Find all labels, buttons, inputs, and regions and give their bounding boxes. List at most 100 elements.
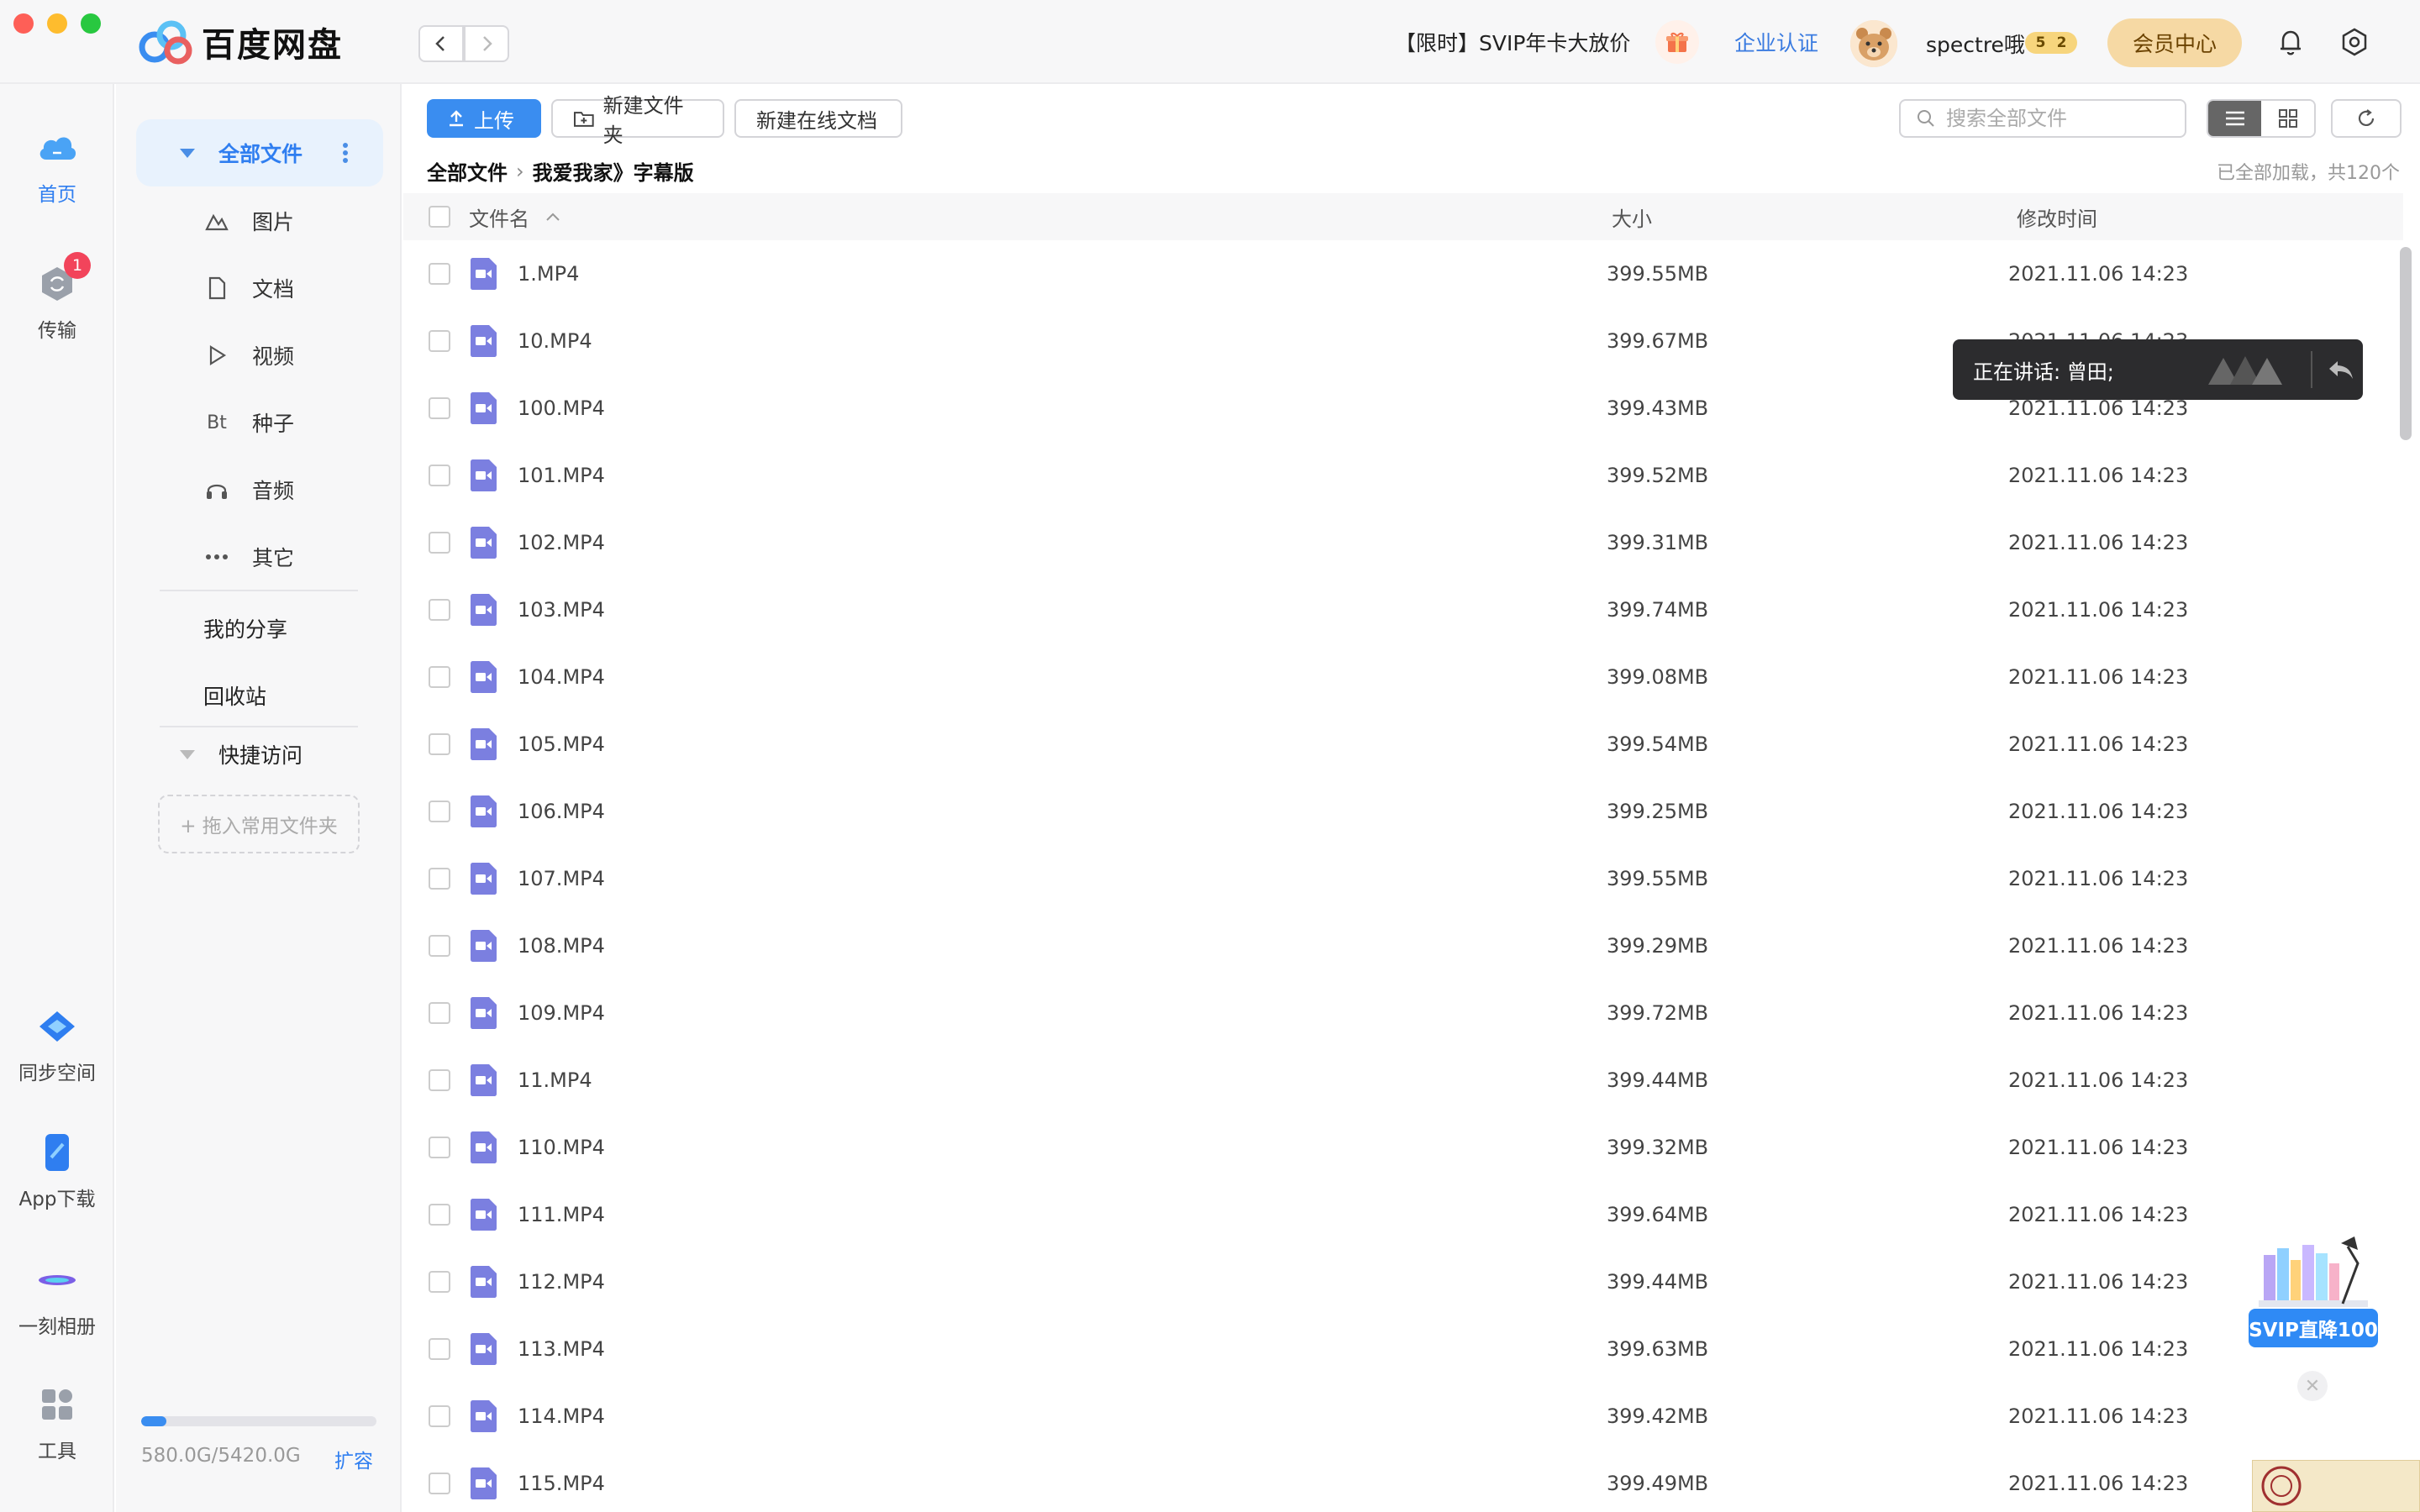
refresh-button[interactable] — [2331, 99, 2402, 138]
row-checkbox[interactable] — [429, 935, 450, 957]
sidebar-item-my-share[interactable]: 我的分享 — [203, 613, 287, 643]
rail-app-download[interactable]: App下载 — [0, 1131, 114, 1211]
row-checkbox[interactable] — [429, 666, 450, 688]
row-checkbox[interactable] — [429, 330, 450, 352]
sidebar-item-torrents[interactable]: Bt 种子 — [203, 402, 388, 444]
list-view-button[interactable] — [2208, 101, 2261, 136]
table-row[interactable]: 112.MP4 399.44MB 2021.11.06 14:23 — [403, 1248, 2403, 1315]
file-name[interactable]: 114.MP4 — [518, 1404, 605, 1428]
table-row[interactable]: 108.MP4 399.29MB 2021.11.06 14:23 — [403, 912, 2403, 979]
sidebar-item-recycle-bin[interactable]: 回收站 — [203, 680, 266, 711]
search-box[interactable] — [1899, 99, 2186, 138]
window-close-button[interactable] — [13, 13, 34, 34]
file-name[interactable]: 107.MP4 — [518, 867, 605, 890]
window-zoom-button[interactable] — [81, 13, 101, 34]
file-name[interactable]: 1.MP4 — [518, 262, 579, 286]
table-row[interactable]: 1.MP4 399.55MB 2021.11.06 14:23 — [403, 240, 2403, 307]
avatar[interactable] — [1850, 20, 1897, 67]
promo-close-button[interactable]: ✕ — [2297, 1371, 2328, 1401]
row-checkbox[interactable] — [429, 1137, 450, 1158]
table-row[interactable]: 103.MP4 399.74MB 2021.11.06 14:23 — [403, 576, 2403, 643]
file-name[interactable]: 11.MP4 — [518, 1068, 592, 1092]
grid-view-button[interactable] — [2261, 101, 2314, 136]
column-header-modified[interactable]: 修改时间 — [2017, 202, 2097, 232]
table-row[interactable]: 101.MP4 399.52MB 2021.11.06 14:23 — [403, 442, 2403, 509]
select-all-checkbox[interactable] — [429, 206, 450, 228]
file-name[interactable]: 105.MP4 — [518, 732, 605, 756]
sidebar-item-documents[interactable]: 文档 — [203, 267, 388, 309]
forward-button[interactable] — [464, 25, 509, 62]
vip-level-badge[interactable]: 5 2 — [2025, 32, 2077, 54]
row-checkbox[interactable] — [429, 532, 450, 554]
table-row[interactable]: 115.MP4 399.49MB 2021.11.06 14:23 — [403, 1450, 2403, 1512]
new-folder-button[interactable]: 新建文件夹 — [551, 94, 724, 147]
row-checkbox[interactable] — [429, 733, 450, 755]
table-row[interactable]: 109.MP4 399.72MB 2021.11.06 14:23 — [403, 979, 2403, 1047]
row-checkbox[interactable] — [429, 1069, 450, 1091]
search-input[interactable] — [1946, 107, 2173, 130]
file-name[interactable]: 10.MP4 — [518, 329, 592, 353]
row-checkbox[interactable] — [429, 801, 450, 822]
rail-tools[interactable]: 工具 — [0, 1383, 114, 1463]
rail-album[interactable]: 一刻相册 — [0, 1258, 114, 1339]
row-checkbox[interactable] — [429, 1473, 450, 1494]
row-checkbox[interactable] — [429, 1338, 450, 1360]
more-vertical-icon[interactable] — [343, 143, 348, 163]
table-row[interactable]: 102.MP4 399.31MB 2021.11.06 14:23 — [403, 509, 2403, 576]
file-name[interactable]: 101.MP4 — [518, 464, 605, 487]
quick-access-header[interactable]: 快捷访问 — [180, 739, 302, 769]
expand-storage-link[interactable]: 扩容 — [334, 1445, 373, 1473]
sidebar-item-audio[interactable]: 音频 — [203, 469, 388, 511]
vertical-scrollbar[interactable] — [2400, 247, 2412, 440]
file-name[interactable]: 110.MP4 — [518, 1136, 605, 1159]
row-checkbox[interactable] — [429, 263, 450, 285]
table-row[interactable]: 106.MP4 399.25MB 2021.11.06 14:23 — [403, 778, 2403, 845]
rail-transfer[interactable]: 1 传输 — [0, 252, 114, 343]
file-name[interactable]: 103.MP4 — [518, 598, 605, 622]
table-row[interactable]: 113.MP4 399.63MB 2021.11.06 14:23 — [403, 1315, 2403, 1383]
file-name[interactable]: 106.MP4 — [518, 800, 605, 823]
row-checkbox[interactable] — [429, 1002, 450, 1024]
row-checkbox[interactable] — [429, 599, 450, 621]
file-name[interactable]: 108.MP4 — [518, 934, 605, 958]
table-row[interactable]: 104.MP4 399.08MB 2021.11.06 14:23 — [403, 643, 2403, 711]
table-row[interactable]: 107.MP4 399.55MB 2021.11.06 14:23 — [403, 845, 2403, 912]
column-header-size[interactable]: 大小 — [1612, 202, 1652, 232]
file-name[interactable]: 115.MP4 — [518, 1472, 605, 1495]
sidebar-item-videos[interactable]: 视频 — [203, 334, 388, 376]
row-checkbox[interactable] — [429, 1271, 450, 1293]
notification-button[interactable] — [2274, 25, 2307, 59]
rail-sync-space[interactable]: 同步空间 — [0, 1005, 114, 1085]
file-name[interactable]: 102.MP4 — [518, 531, 605, 554]
table-row[interactable]: 11.MP4 399.44MB 2021.11.06 14:23 — [403, 1047, 2403, 1114]
table-row[interactable]: 111.MP4 399.64MB 2021.11.06 14:23 — [403, 1181, 2403, 1248]
member-center-button[interactable]: 会员中心 — [2107, 18, 2242, 67]
new-online-doc-button[interactable]: 新建在线文档 — [734, 99, 902, 138]
sidebar-item-images[interactable]: 图片 — [203, 200, 388, 242]
sidebar-item-others[interactable]: 其它 — [203, 536, 388, 578]
file-name[interactable]: 104.MP4 — [518, 665, 605, 689]
file-name[interactable]: 112.MP4 — [518, 1270, 605, 1294]
gift-button[interactable] — [1655, 20, 1699, 64]
table-row[interactable]: 114.MP4 399.42MB 2021.11.06 14:23 — [403, 1383, 2403, 1450]
row-checkbox[interactable] — [429, 868, 450, 890]
column-header-name[interactable]: 文件名 — [469, 202, 561, 232]
back-button[interactable] — [418, 25, 464, 62]
reply-icon[interactable] — [2326, 354, 2356, 385]
svip-promo-widget[interactable]: SVIP直降100 — [2249, 1230, 2378, 1352]
breadcrumb-root[interactable]: 全部文件 — [427, 156, 508, 186]
rail-home[interactable]: 首页 — [0, 126, 114, 207]
username[interactable]: spectre哦 — [1926, 29, 2025, 59]
file-name[interactable]: 111.MP4 — [518, 1203, 605, 1226]
file-name[interactable]: 109.MP4 — [518, 1001, 605, 1025]
row-checkbox[interactable] — [429, 1405, 450, 1427]
upload-button[interactable]: 上传 — [427, 99, 541, 138]
sidebar-item-all-files[interactable]: 全部文件 — [136, 119, 383, 186]
row-checkbox[interactable] — [429, 1204, 450, 1226]
file-name[interactable]: 113.MP4 — [518, 1337, 605, 1361]
row-checkbox[interactable] — [429, 465, 450, 486]
table-row[interactable]: 110.MP4 399.32MB 2021.11.06 14:23 — [403, 1114, 2403, 1181]
enterprise-verify-link[interactable]: 企业认证 — [1734, 27, 1818, 57]
row-checkbox[interactable] — [429, 397, 450, 419]
quick-access-drop-zone[interactable]: + 拖入常用文件夹 — [158, 795, 360, 853]
